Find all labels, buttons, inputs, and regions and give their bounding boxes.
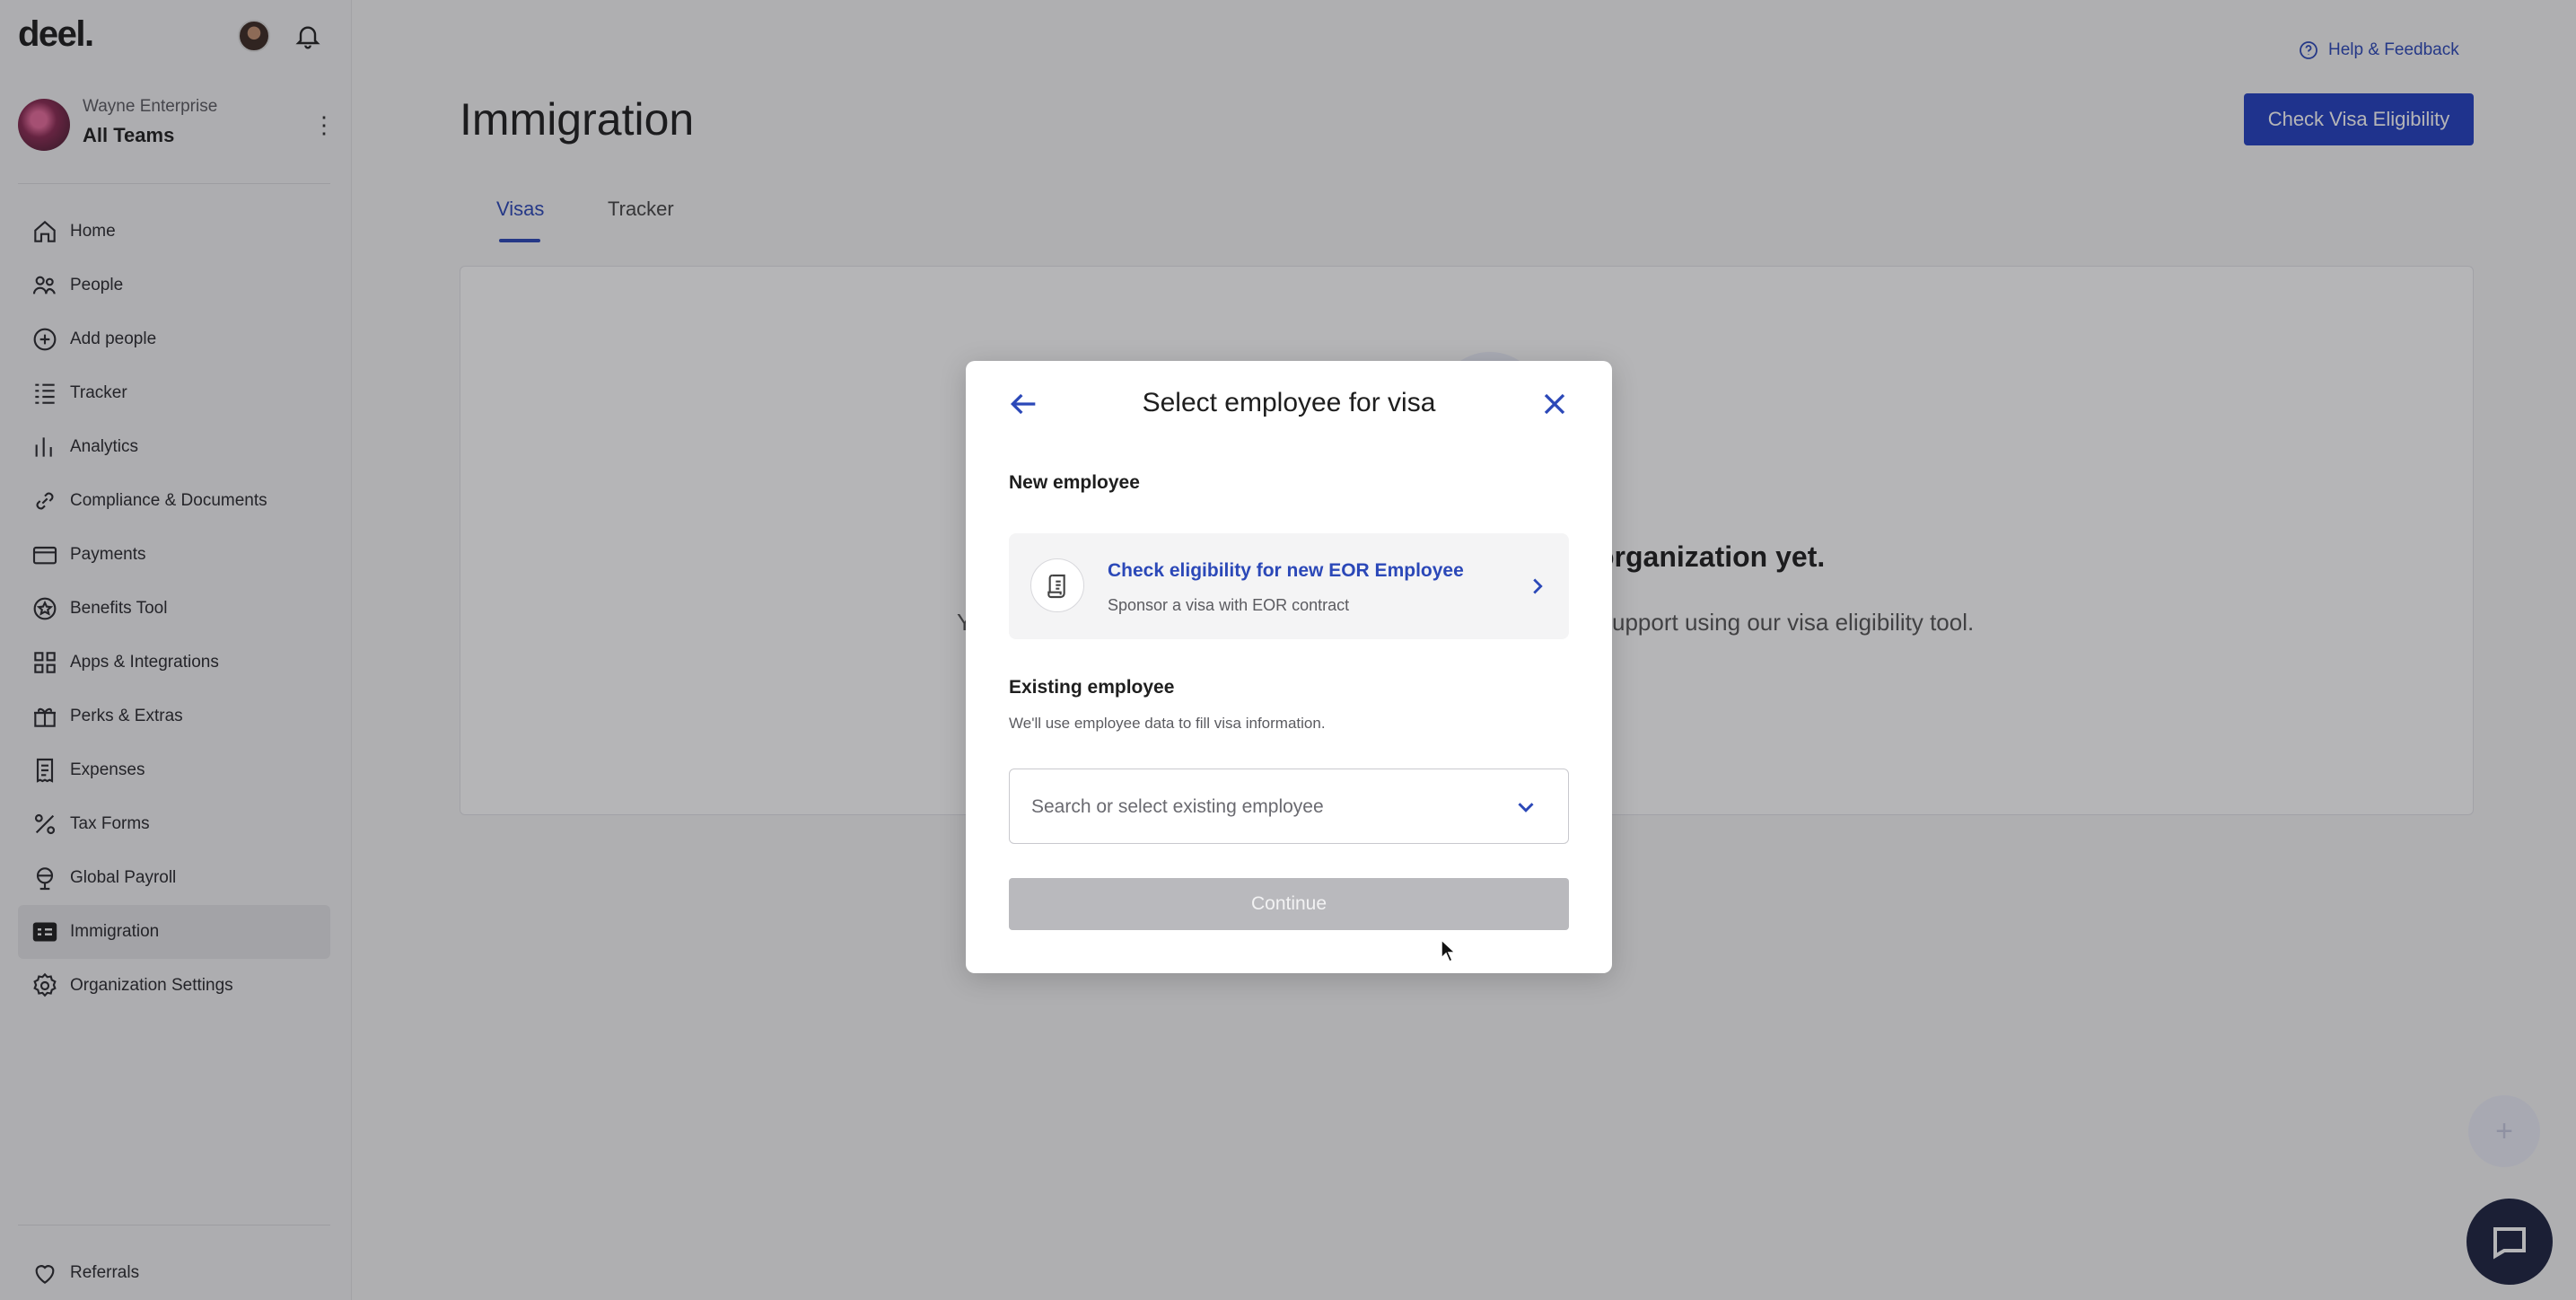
option-subtitle: Sponsor a visa with EOR contract (1108, 596, 1350, 614)
existing-employee-description: We'll use employee data to fill visa inf… (1009, 715, 1326, 732)
close-icon[interactable] (1537, 386, 1573, 422)
check-eligibility-new-eor-option[interactable]: Check eligibility for new EOR Employee S… (1009, 533, 1569, 639)
modal-title: Select employee for visa (1142, 388, 1436, 417)
select-placeholder: Search or select existing employee (1031, 796, 1324, 817)
select-employee-modal: Select employee for visa New employee Ch… (966, 361, 1612, 973)
existing-employee-heading: Existing employee (1009, 677, 1175, 698)
chevron-down-icon[interactable] (1512, 794, 1539, 821)
new-employee-heading: New employee (1009, 472, 1140, 493)
option-title: Check eligibility for new EOR Employee (1108, 560, 1464, 581)
option-icon-wrapper (1030, 558, 1084, 612)
mouse-cursor-icon (1441, 938, 1457, 963)
document-scroll-icon (1047, 574, 1065, 599)
chevron-right-icon (1533, 578, 1543, 594)
continue-button[interactable]: Continue (1009, 878, 1569, 930)
employee-select-input[interactable]: Search or select existing employee (1009, 769, 1569, 844)
